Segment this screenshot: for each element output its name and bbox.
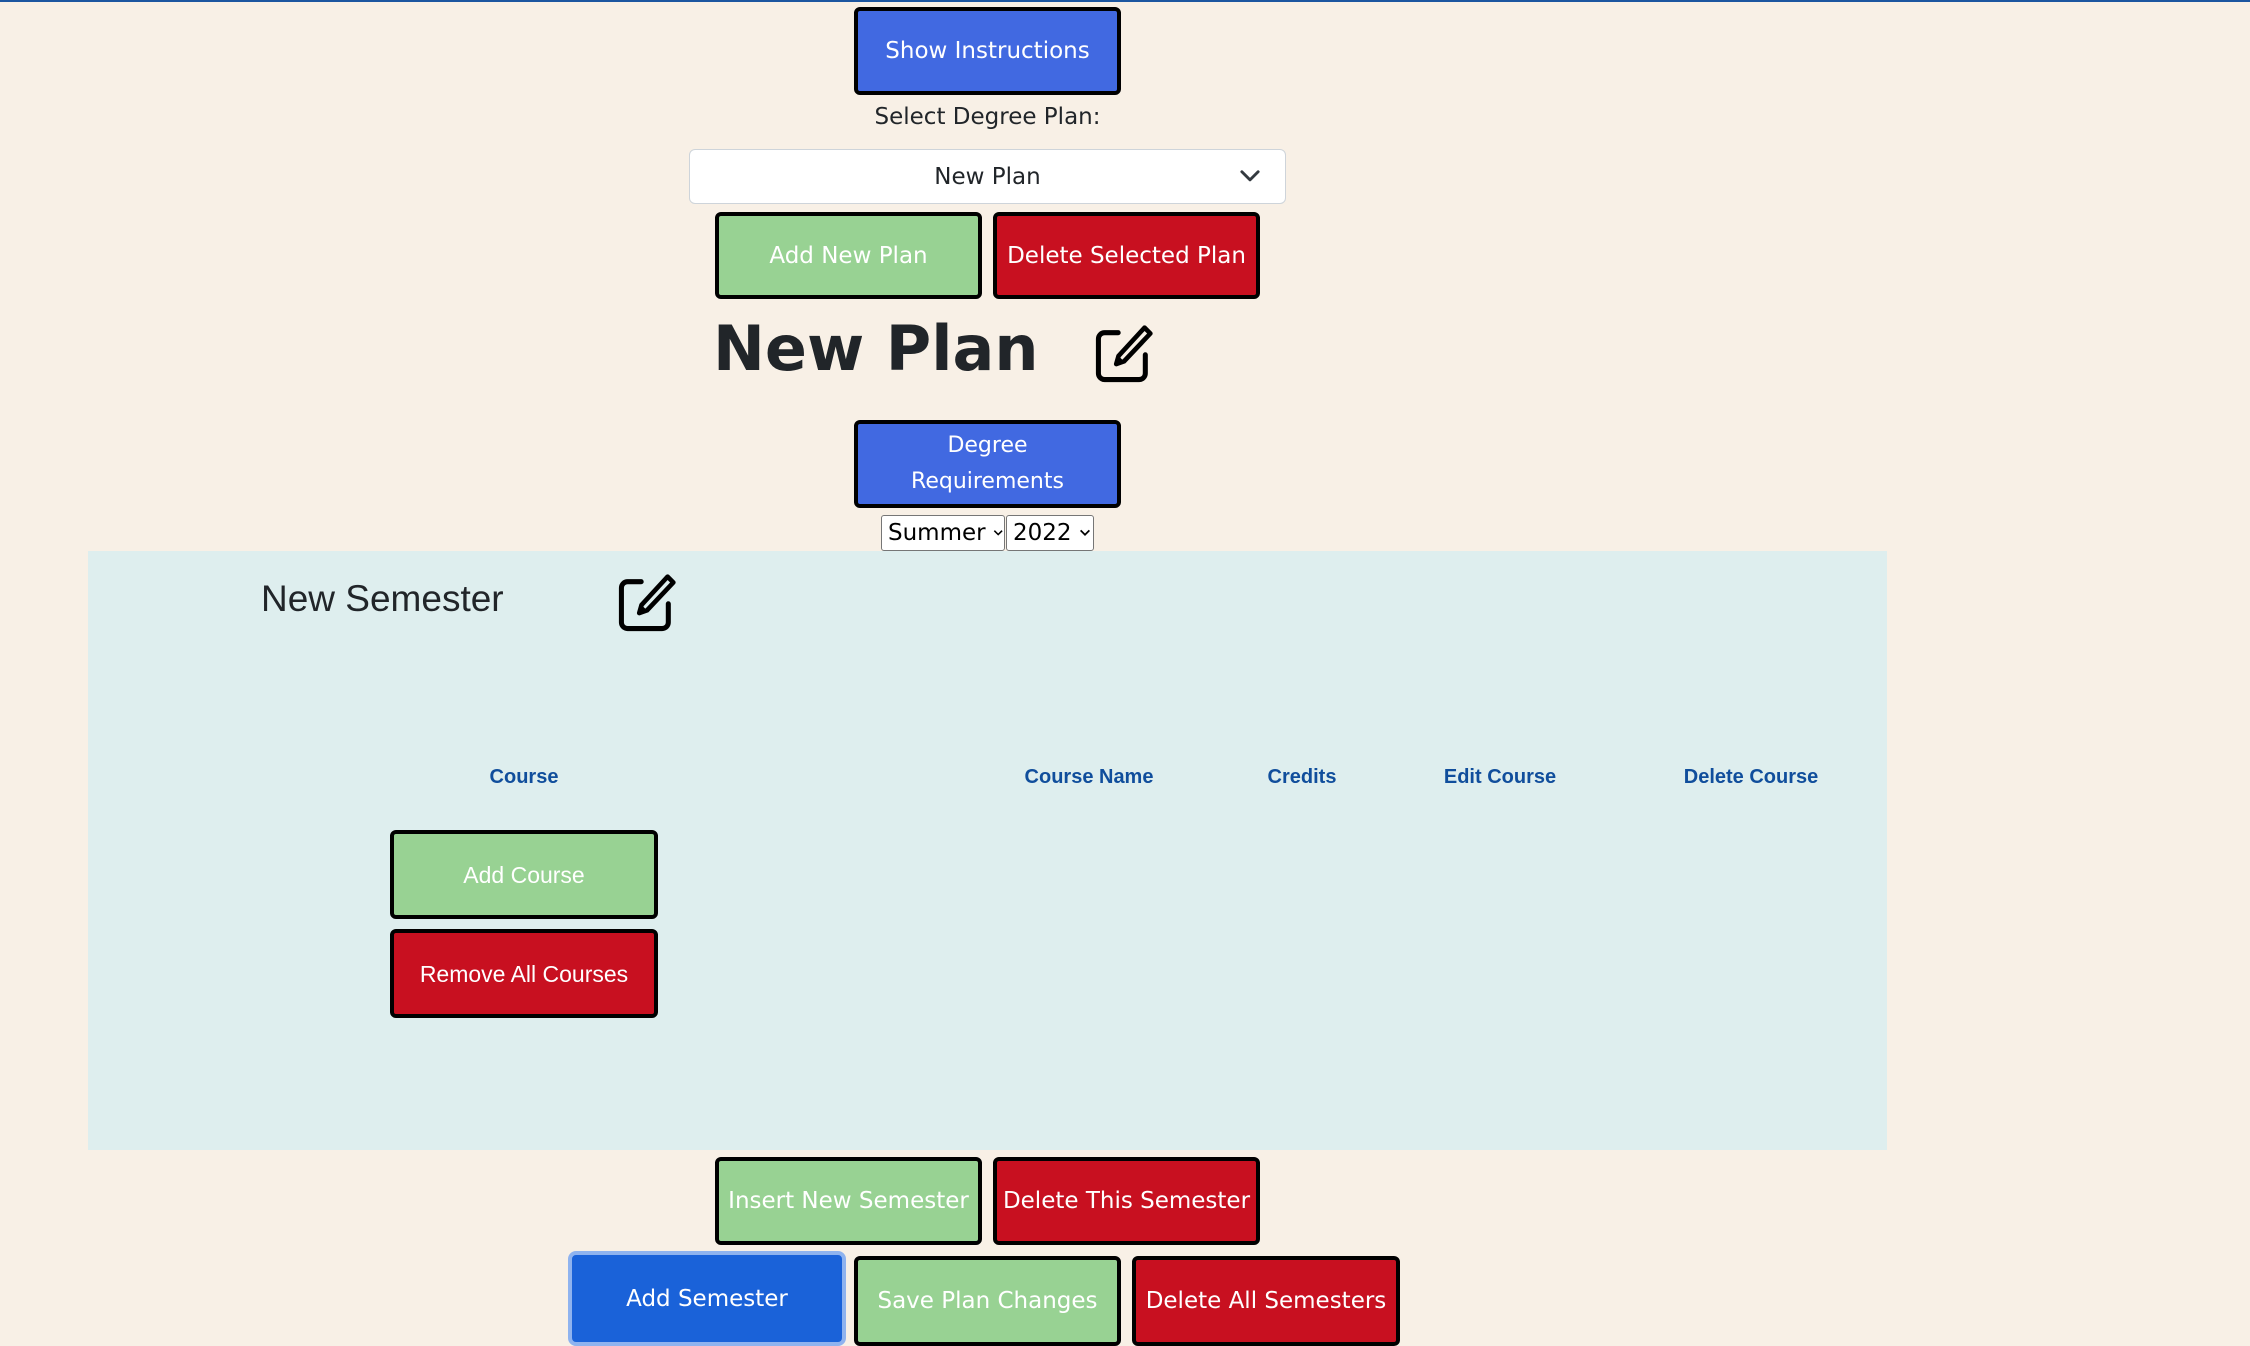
delete-all-semesters-button[interactable]: Delete All Semesters (1132, 1256, 1400, 1346)
remove-all-courses-button[interactable]: Remove All Courses (390, 929, 658, 1018)
delete-this-semester-button[interactable]: Delete This Semester (993, 1157, 1260, 1245)
chevron-down-icon (993, 530, 1003, 536)
edit-semester-pencil-icon[interactable] (616, 572, 678, 634)
year-value: 2022 (1013, 520, 1072, 546)
column-header-delete-course: Delete Course (1683, 766, 1819, 788)
chevron-down-icon (1079, 529, 1090, 536)
chevron-down-icon (1240, 170, 1260, 182)
semester-panel (88, 551, 1887, 1150)
edit-plan-pencil-icon[interactable] (1093, 323, 1155, 385)
semester-title: New Semester (261, 578, 504, 619)
delete-selected-plan-button[interactable]: Delete Selected Plan (993, 212, 1260, 299)
selected-plan-value: New Plan (934, 163, 1041, 190)
top-border (0, 0, 2250, 2)
plan-title: New Plan (713, 312, 1039, 385)
season-value: Summer (888, 520, 986, 546)
column-header-course-name: Course Name (1024, 766, 1154, 788)
degree-plan-select[interactable]: New Plan (689, 149, 1286, 204)
show-instructions-button[interactable]: Show Instructions (854, 7, 1121, 95)
add-semester-button[interactable]: Add Semester (568, 1251, 846, 1346)
add-new-plan-button[interactable]: Add New Plan (715, 212, 982, 299)
column-header-credits: Credits (1267, 766, 1337, 788)
season-select[interactable]: Summer (881, 515, 1005, 551)
year-select[interactable]: 2022 (1006, 515, 1094, 551)
save-plan-changes-button[interactable]: Save Plan Changes (854, 1256, 1121, 1346)
select-plan-label: Select Degree Plan: (874, 104, 1101, 130)
column-header-edit-course: Edit Course (1443, 766, 1557, 788)
column-header-course: Course (489, 766, 559, 788)
degree-requirements-button[interactable]: Degree Requirements (854, 420, 1121, 508)
add-course-button[interactable]: Add Course (390, 830, 658, 919)
insert-new-semester-button[interactable]: Insert New Semester (715, 1157, 982, 1245)
